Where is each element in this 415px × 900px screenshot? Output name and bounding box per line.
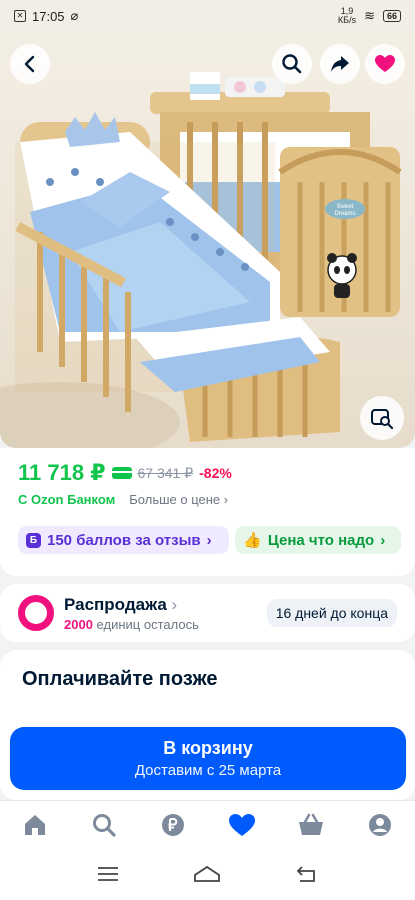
chevron-right-icon: › — [206, 531, 212, 549]
status-bar: ✕ 17:05 ⌀ 1,9 КБ/s ≋ 66 — [0, 0, 415, 32]
decal-text-2: Dreams — [334, 211, 355, 217]
fair-price-label: Цена что надо — [267, 531, 375, 549]
menu-icon[interactable] — [97, 866, 119, 882]
ozon-bank-label: С Ozon Банком — [18, 492, 116, 507]
search-button[interactable] — [272, 44, 312, 84]
nav-home[interactable] — [15, 805, 55, 845]
chevron-right-icon: › — [380, 531, 386, 549]
sale-count: 2000 — [64, 616, 93, 632]
add-to-cart-label: В корзину — [163, 738, 253, 758]
nav-search[interactable] — [84, 805, 124, 845]
sale-ring-icon — [18, 595, 54, 631]
promo-chips: Б 150 баллов за отзыв › 👍 Цена что надо … — [0, 514, 415, 576]
sale-banner[interactable]: Распродажа › 2000 единиц осталось 16 дне… — [0, 584, 415, 642]
sale-title: Распродажа — [64, 594, 167, 614]
home-icon — [24, 814, 45, 835]
price-block: 11 718 ₽ 67 341 ₽ -82% С Ozon Банком Бол… — [0, 448, 415, 514]
heart-icon — [375, 55, 395, 72]
system-navigation — [0, 848, 415, 900]
search-icon — [282, 54, 302, 74]
chevron-right-icon: › — [223, 492, 229, 507]
profile-icon — [369, 813, 392, 836]
review-points-chip[interactable]: Б 150 баллов за отзыв › — [18, 526, 230, 554]
status-time: 17:05 — [32, 8, 65, 24]
share-button[interactable] — [320, 44, 360, 84]
product-image[interactable]: Sweet Dreams — [0, 32, 415, 448]
ruble-icon — [161, 813, 184, 836]
notification-icon: ✕ — [14, 10, 26, 22]
card-icon — [111, 467, 132, 479]
review-points-label: 150 баллов за отзыв — [47, 531, 201, 549]
net-speed: 1,9 КБ/s — [338, 7, 356, 25]
points-badge-icon: Б — [26, 532, 41, 548]
heart-icon — [229, 813, 256, 836]
chevron-right-icon: › — [171, 594, 178, 614]
nav-cart[interactable] — [291, 805, 331, 845]
net-speed-unit: КБ/s — [337, 15, 357, 25]
home-gesture-icon[interactable] — [193, 865, 221, 883]
search-icon — [92, 813, 116, 837]
more-about-price-link[interactable]: Больше о цене › — [129, 492, 228, 507]
crib-illustration: Sweet Dreams — [0, 72, 402, 448]
current-price: 11 718 ₽ — [18, 460, 106, 485]
bottom-navigation — [0, 800, 415, 848]
pay-later-title: Оплачивайте позже — [22, 668, 218, 690]
thumbs-up-icon: 👍 — [243, 532, 262, 549]
chevron-left-icon — [24, 55, 35, 73]
battery-icon: 66 — [382, 10, 401, 22]
add-to-cart-button[interactable]: В корзину Доставим с 25 марта — [10, 727, 406, 790]
image-search-icon — [371, 409, 394, 430]
back-button[interactable] — [10, 44, 50, 84]
wifi-icon: ≋ — [364, 8, 375, 23]
fair-price-chip[interactable]: 👍 Цена что надо › — [235, 526, 401, 554]
more-about-price-label: Больше о цене — [129, 492, 221, 507]
decal-text-1: Sweet — [337, 204, 354, 210]
nav-finance[interactable] — [153, 805, 193, 845]
back-gesture-icon[interactable] — [296, 865, 318, 883]
share-icon — [331, 56, 349, 72]
sale-days-left: 16 дней до конца — [266, 599, 397, 627]
nav-profile[interactable] — [360, 805, 400, 845]
delivery-date-label: Доставим с 25 марта — [134, 762, 282, 779]
find-similar-button[interactable] — [360, 396, 404, 440]
old-price: 67 341 ₽ — [137, 464, 194, 481]
basket-icon — [299, 813, 324, 835]
discount-badge: -82% — [199, 465, 232, 481]
favorite-button[interactable] — [365, 44, 405, 84]
sale-count-suffix: единиц осталось — [96, 616, 199, 632]
link-icon: ⌀ — [70, 8, 79, 23]
nav-favorites[interactable] — [222, 805, 262, 845]
